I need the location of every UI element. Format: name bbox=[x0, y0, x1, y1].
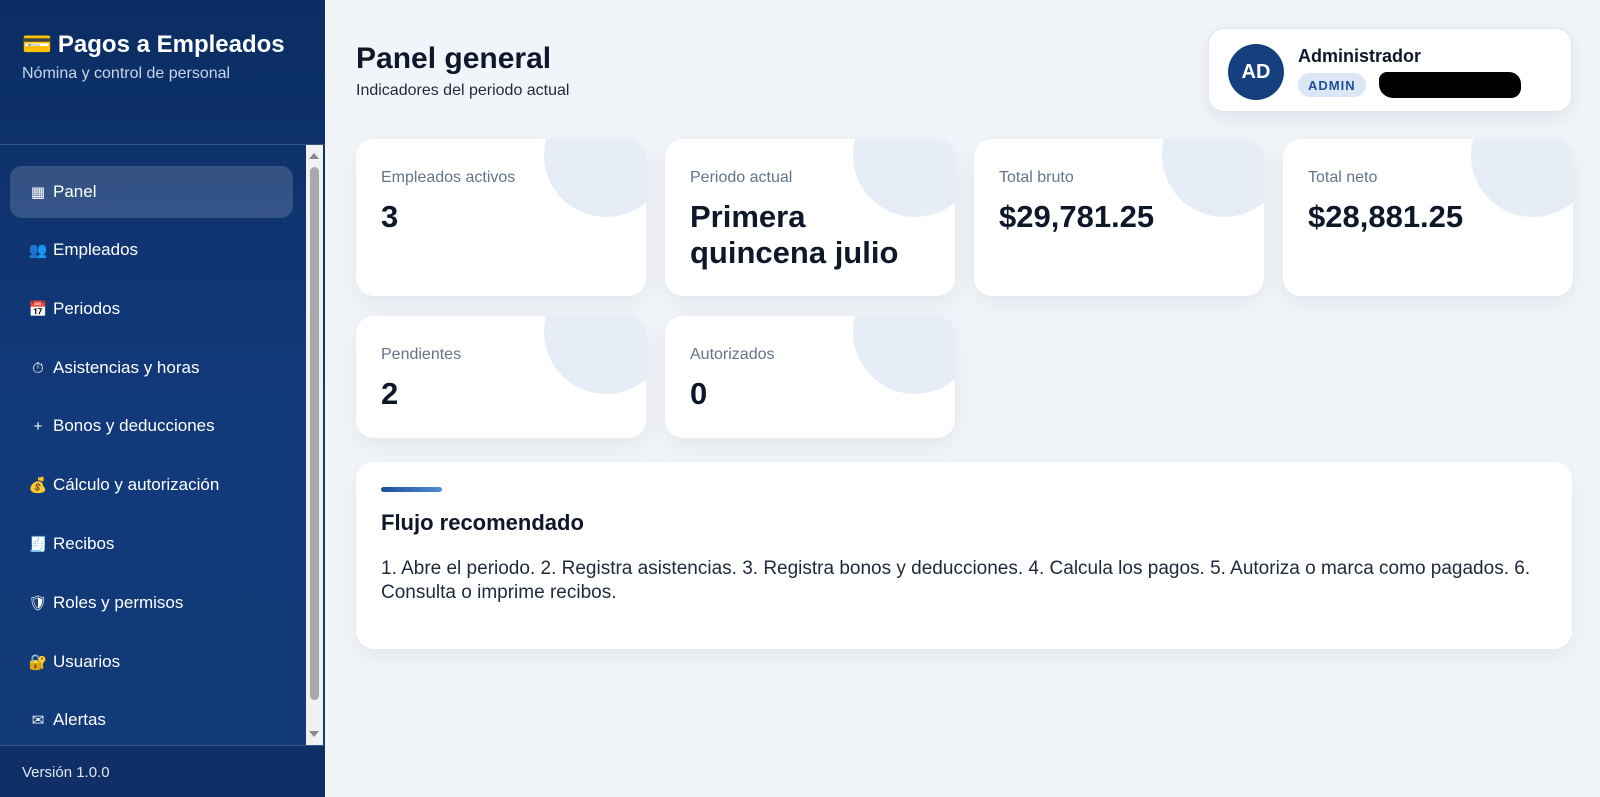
stat-value: 2 bbox=[381, 376, 399, 411]
sidebar-scrollbar[interactable] bbox=[306, 145, 323, 745]
sidebar-item-label: Panel bbox=[53, 182, 97, 201]
sidebar-item-recibos[interactable]: 🧾 Recibos bbox=[10, 518, 293, 570]
money-bag-icon: 💰 bbox=[28, 477, 48, 494]
sidebar-item-label: Roles y permisos bbox=[53, 593, 184, 612]
redacted-info bbox=[1379, 72, 1521, 98]
sidebar-nav: ▦ Panel 👥 Empleados 📅 Periodos ⏱ Asisten… bbox=[0, 145, 305, 745]
sidebar: 💳 Pagos a Empleados Nómina y control de p… bbox=[0, 0, 325, 797]
stat-value: 3 bbox=[381, 199, 399, 234]
envelope-icon: ✉ bbox=[31, 712, 45, 729]
avatar: AD bbox=[1228, 44, 1284, 100]
recommended-flow-card: Flujo recomendado 1. Abre el periodo. 2.… bbox=[356, 462, 1572, 649]
stat-label: Total bruto bbox=[999, 169, 1074, 186]
stat-card-total-bruto: Total bruto $29,781.25 bbox=[974, 139, 1264, 296]
sidebar-item-alertas[interactable]: ✉ Alertas bbox=[10, 694, 293, 745]
users-icon: 👥 bbox=[28, 242, 48, 259]
plus-icon: + bbox=[33, 417, 43, 435]
credit-card-icon: 💳 bbox=[22, 31, 52, 58]
brand-subtitle: Nómina y control de personal bbox=[22, 65, 231, 82]
stat-label: Periodo actual bbox=[690, 169, 793, 186]
flow-title: Flujo recomendado bbox=[381, 510, 584, 535]
stat-card-empleados-activos: Empleados activos 3 bbox=[356, 139, 646, 296]
page-header: Panel general Indicadores del periodo ac… bbox=[356, 42, 569, 100]
brand-title: 💳 Pagos a Empleados bbox=[22, 30, 303, 59]
stat-label: Autorizados bbox=[690, 346, 775, 363]
sidebar-item-calculo[interactable]: 💰 Cálculo y autorización bbox=[10, 459, 293, 511]
stat-label: Total neto bbox=[1308, 169, 1378, 186]
accent-bar bbox=[381, 487, 442, 492]
flow-text: 1. Abre el periodo. 2. Registra asistenc… bbox=[381, 558, 1531, 603]
stat-card-total-neto: Total neto $28,881.25 bbox=[1283, 139, 1573, 296]
sidebar-item-panel[interactable]: ▦ Panel bbox=[10, 166, 293, 218]
stopwatch-icon: ⏱ bbox=[32, 359, 44, 377]
scroll-up-arrow-icon[interactable] bbox=[309, 153, 319, 159]
sidebar-item-empleados[interactable]: 👥 Empleados bbox=[10, 224, 293, 276]
brand-title-text: Pagos a Empleados bbox=[57, 31, 285, 58]
sidebar-item-periodos[interactable]: 📅 Periodos bbox=[10, 283, 293, 335]
sidebar-item-roles[interactable]: 🛡 Roles y permisos bbox=[10, 577, 293, 629]
page-title: Panel general bbox=[356, 42, 552, 75]
role-badge: ADMIN bbox=[1298, 73, 1366, 97]
sidebar-item-bonos[interactable]: + Bonos y deducciones bbox=[10, 400, 293, 452]
stat-label: Pendientes bbox=[381, 346, 462, 363]
sidebar-item-label: Recibos bbox=[53, 534, 115, 553]
scroll-down-arrow-icon[interactable] bbox=[309, 731, 319, 737]
stat-value: 0 bbox=[690, 376, 708, 411]
receipt-icon: 🧾 bbox=[28, 536, 48, 553]
calendar-icon: 📅 bbox=[28, 301, 48, 318]
lock-icon: 🔐 bbox=[28, 654, 48, 671]
sidebar-item-label: Periodos bbox=[53, 299, 121, 318]
sidebar-item-asistencias[interactable]: ⏱ Asistencias y horas bbox=[10, 342, 293, 394]
stat-label: Empleados activos bbox=[381, 169, 516, 186]
sidebar-item-label: Empleados bbox=[53, 240, 139, 259]
sidebar-item-usuarios[interactable]: 🔐 Usuarios bbox=[10, 636, 293, 688]
stat-card-pendientes: Pendientes 2 bbox=[356, 316, 646, 438]
page-subtitle: Indicadores del periodo actual bbox=[356, 82, 570, 99]
user-card[interactable]: AD Administrador ADMIN bbox=[1208, 28, 1572, 112]
stat-card-periodo-actual: Periodo actual Primera quincena julio bbox=[665, 139, 955, 296]
sidebar-item-label: Cálculo y autorización bbox=[53, 475, 220, 494]
sidebar-item-label: Alertas bbox=[53, 710, 106, 729]
user-name: Administrador bbox=[1298, 46, 1422, 66]
stat-card-autorizados: Autorizados 0 bbox=[665, 316, 955, 438]
sidebar-item-label: Asistencias y horas bbox=[53, 358, 200, 377]
shield-icon: 🛡 bbox=[28, 595, 48, 612]
scrollbar-thumb[interactable] bbox=[310, 167, 319, 700]
grid-icon: ▦ bbox=[30, 184, 46, 201]
stat-value: Primera quincena julio bbox=[690, 199, 899, 270]
stat-value: $29,781.25 bbox=[999, 199, 1155, 234]
brand: 💳 Pagos a Empleados Nómina y control de p… bbox=[0, 0, 325, 145]
version-label: Versión 1.0.0 bbox=[0, 745, 325, 797]
sidebar-item-label: Bonos y deducciones bbox=[53, 416, 215, 435]
stat-value: $28,881.25 bbox=[1308, 199, 1464, 234]
sidebar-item-label: Usuarios bbox=[53, 652, 121, 671]
